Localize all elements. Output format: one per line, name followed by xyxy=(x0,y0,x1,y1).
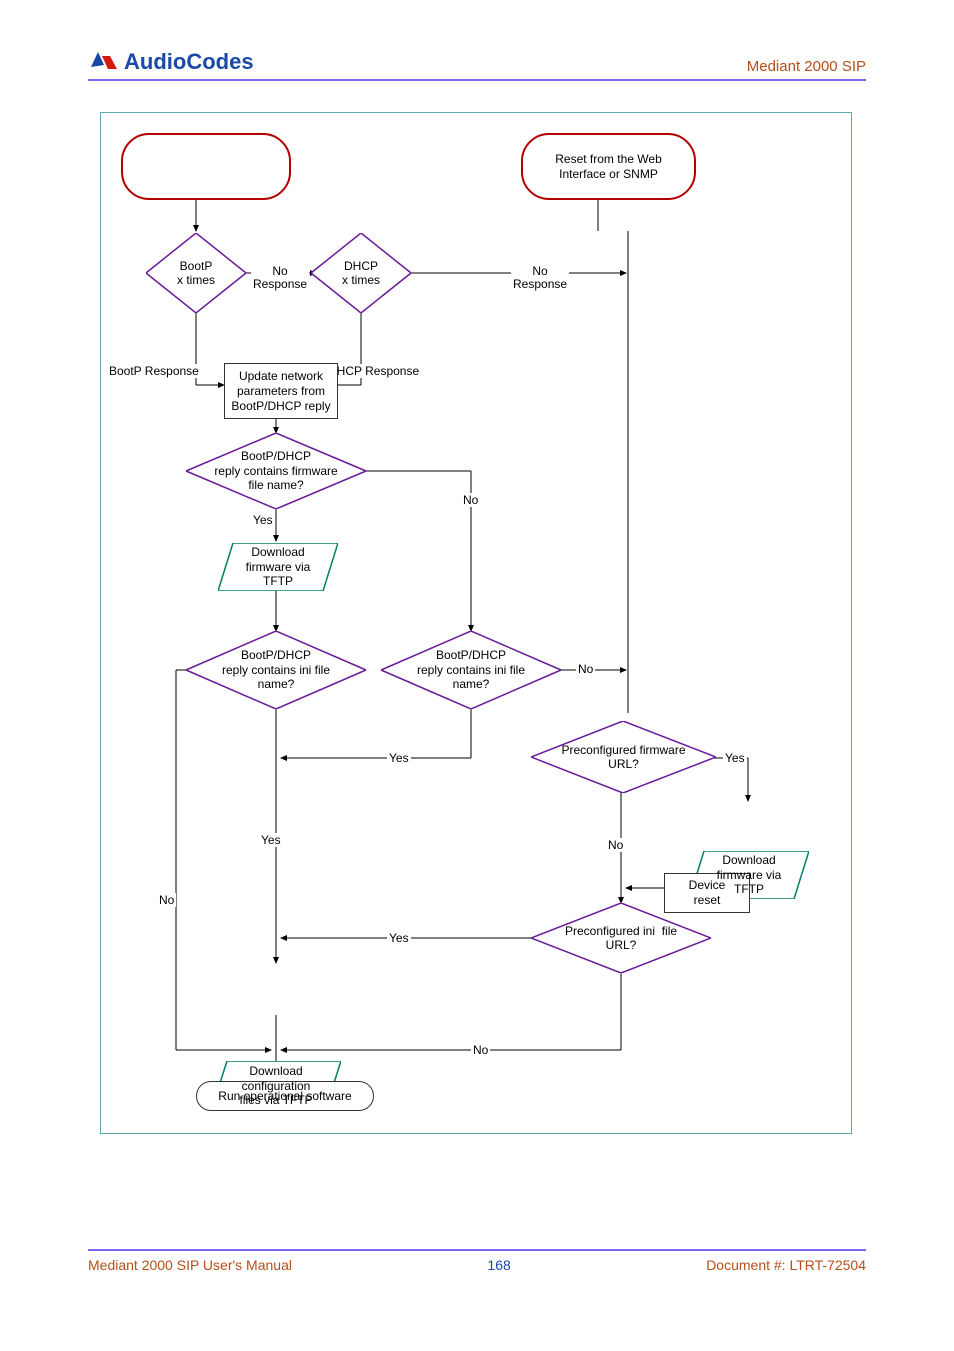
process-update-network: Update network parameters from BootP/DHC… xyxy=(224,363,338,419)
label-no-ini-l: No xyxy=(157,893,176,907)
header-right: Mediant 2000 SIP xyxy=(747,58,866,75)
decision-preconf-firmware: Preconfigured firmware URL? xyxy=(531,721,716,793)
label-yes-preconf-firm: Yes xyxy=(723,751,747,765)
decision-ini-name-left: BootP/DHCP reply contains ini file name? xyxy=(186,631,366,709)
decision-preconf-ini: Preconfigured ini file URL? xyxy=(531,903,711,973)
decision-firmware-name: BootP/DHCP reply contains firmware file … xyxy=(186,433,366,509)
decision-bootp-xtimes: BootP x times xyxy=(146,233,246,313)
io-download-firmware: Download firmware via TFTP xyxy=(218,543,338,591)
label-yes-ini-l: Yes xyxy=(259,833,283,847)
label-no-response-2: No Response xyxy=(511,265,569,291)
label-yes-firm: Yes xyxy=(251,513,275,527)
footer-right: Document #: LTRT-72504 xyxy=(706,1257,866,1273)
page-header: AudioCodes Mediant 2000 SIP xyxy=(88,30,866,81)
label-no-ini-r: No xyxy=(576,662,595,676)
label-no-firm: No xyxy=(461,493,480,507)
label-yes-preconf-ini: Yes xyxy=(387,931,411,945)
label-dhcp-response: DHCP Response xyxy=(326,364,421,378)
decision-ini-name-right: BootP/DHCP reply contains ini file name? xyxy=(381,631,561,709)
brand-icon xyxy=(88,49,120,75)
label-no-preconf-ini: No xyxy=(471,1043,490,1057)
brand-text: AudioCodes xyxy=(124,49,254,75)
label-no-preconf-firm: No xyxy=(606,838,625,852)
terminator-reset-web: Reset from the Web Interface or SNMP xyxy=(521,133,696,200)
page-footer: Mediant 2000 SIP User's Manual 168 Docum… xyxy=(88,1249,866,1273)
figure-frame: Reset from the Web Interface or SNMP Boo… xyxy=(100,112,852,1134)
page: AudioCodes Mediant 2000 SIP xyxy=(0,0,954,1351)
footer-left: Mediant 2000 SIP User's Manual xyxy=(88,1257,292,1273)
brand-logo: AudioCodes xyxy=(88,49,254,75)
footer-page-number: 168 xyxy=(487,1257,510,1273)
decision-dhcp-xtimes: DHCP x times xyxy=(311,233,411,313)
terminator-start-physical-reset xyxy=(121,133,291,200)
label-bootp-response: BootP Response xyxy=(107,364,201,378)
label-yes-ini-r: Yes xyxy=(387,751,411,765)
label-no-response-1: No Response xyxy=(251,265,309,291)
